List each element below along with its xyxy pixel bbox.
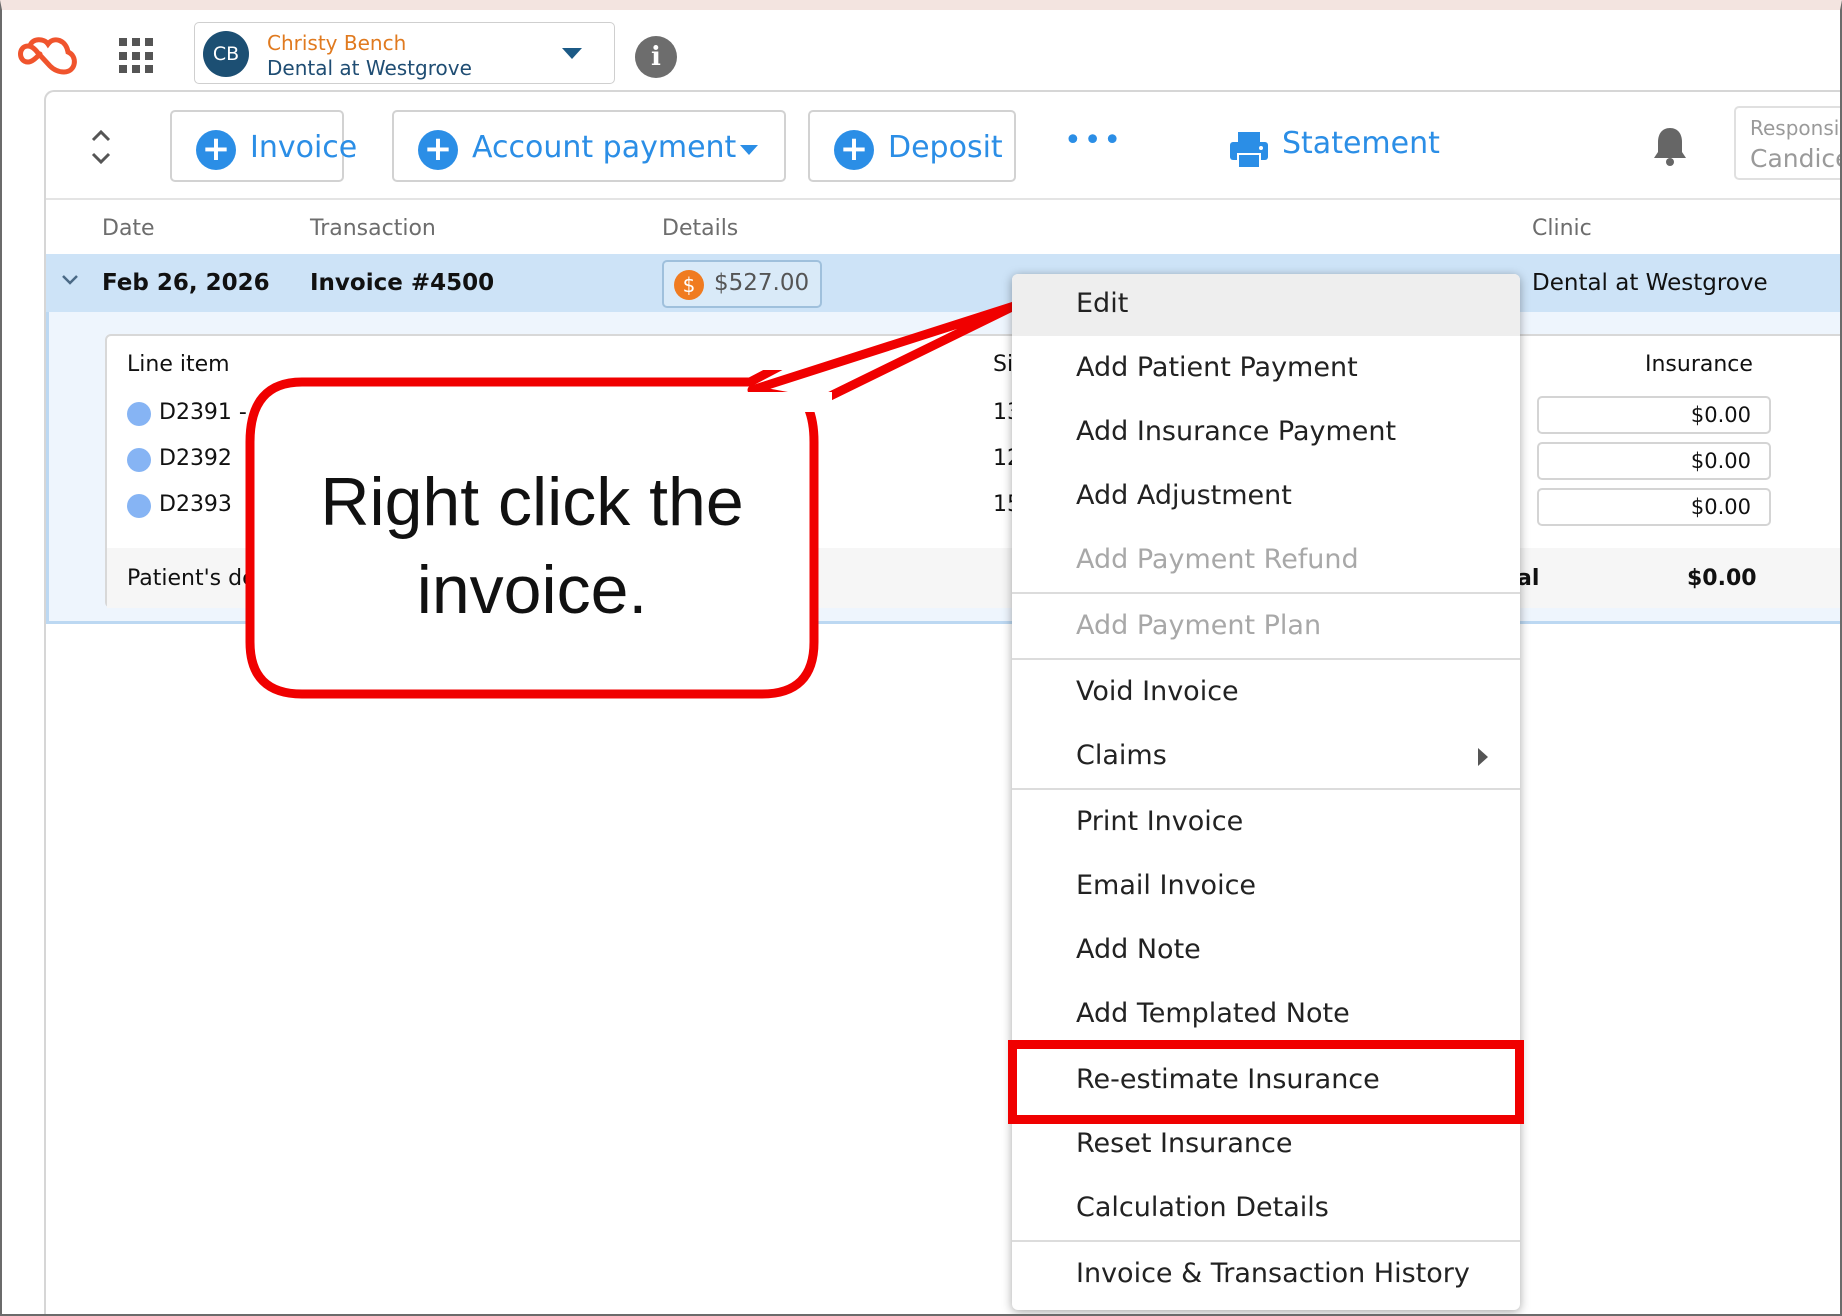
account-payment-button[interactable]: + Account payment: [392, 110, 786, 182]
chevron-down-icon: [562, 48, 582, 59]
printer-icon: [1230, 132, 1268, 169]
insurance-amount-input[interactable]: $0.00: [1537, 442, 1771, 480]
patient-clinic: Dental at Westgrove: [267, 56, 472, 80]
menu-item-add-adjustment[interactable]: Add Adjustment: [1012, 466, 1520, 528]
responsible-party-value: Candice: [1750, 144, 1842, 173]
line-item-code: D2392: [159, 446, 232, 471]
more-options-button[interactable]: •••: [1064, 126, 1123, 156]
line-item-code: D2393: [159, 492, 232, 517]
menu-item-edit[interactable]: Edit: [1012, 274, 1520, 336]
menu-separator: [1012, 1240, 1520, 1242]
row-transaction: Invoice #4500: [310, 270, 495, 296]
plus-icon: +: [834, 130, 874, 170]
menu-separator: [1012, 658, 1520, 660]
plus-icon: +: [418, 130, 458, 170]
patient-due-label: Patient's de: [127, 566, 256, 591]
avatar: CB: [203, 31, 249, 77]
context-menu: Edit Add Patient Payment Add Insurance P…: [1012, 274, 1520, 1310]
menu-item-invoice-transaction-history[interactable]: Invoice & Transaction History: [1012, 1244, 1520, 1306]
highlight-annotation: [1008, 1040, 1524, 1124]
menu-item-calculation-details[interactable]: Calculation Details: [1012, 1178, 1520, 1240]
menu-item-add-payment-refund: Add Payment Refund: [1076, 544, 1359, 575]
statement-label: Statement: [1282, 126, 1440, 161]
ledger-toolbar: + Invoice + Account payment + Deposit ••…: [46, 92, 1842, 200]
menu-item-claims[interactable]: Claims: [1012, 726, 1520, 788]
status-dot-icon: [127, 448, 151, 472]
insurance-amount-input[interactable]: $0.00: [1537, 488, 1771, 526]
status-dot-icon: [127, 494, 151, 518]
plus-icon: +: [196, 130, 236, 170]
top-bar: CB Christy Bench Dental at Westgrove i: [2, 10, 1840, 92]
expand-collapse-icon[interactable]: [88, 126, 114, 168]
column-header-transaction[interactable]: Transaction: [310, 216, 436, 241]
app-grid-icon[interactable]: [119, 38, 155, 74]
chevron-down-icon[interactable]: [60, 270, 80, 290]
instruction-callout: Right click the invoice.: [242, 301, 1019, 706]
line-item-code: D2391 -: [159, 400, 247, 425]
column-header-details[interactable]: Details: [662, 216, 738, 241]
column-header-date[interactable]: Date: [102, 216, 155, 241]
menu-item-email-invoice[interactable]: Email Invoice: [1012, 856, 1520, 918]
column-header-line-item: Line item: [127, 352, 230, 377]
patient-name: Christy Bench: [267, 31, 407, 55]
insurance-amount-input[interactable]: $0.00: [1537, 396, 1771, 434]
callout-line-2: invoice.: [416, 552, 648, 628]
account-payment-label: Account payment: [472, 130, 737, 165]
deposit-button[interactable]: + Deposit: [808, 110, 1016, 182]
amount-value: $527.00: [714, 270, 810, 296]
menu-item-add-payment-plan: Add Payment Plan: [1076, 610, 1322, 641]
row-clinic: Dental at Westgrove: [1532, 270, 1768, 296]
column-header-insurance: Insurance: [1645, 352, 1753, 377]
status-dot-icon: [127, 402, 151, 426]
menu-separator: [1012, 592, 1520, 594]
menu-item-add-templated-note[interactable]: Add Templated Note: [1012, 984, 1520, 1046]
chevron-right-icon: [1478, 748, 1488, 766]
app-logo-icon[interactable]: [16, 28, 82, 76]
menu-item-add-insurance-payment[interactable]: Add Insurance Payment: [1012, 402, 1520, 464]
row-date: Feb 26, 2026: [102, 270, 270, 296]
app-window: CB Christy Bench Dental at Westgrove i +…: [0, 0, 1842, 1316]
deposit-button-label: Deposit: [888, 130, 1003, 165]
callout-text: Right click the invoice.: [302, 458, 762, 634]
menu-item-void-invoice[interactable]: Void Invoice: [1012, 662, 1520, 724]
column-header-clinic[interactable]: Clinic: [1532, 216, 1592, 241]
total-value: $0.00: [1687, 566, 1757, 591]
info-icon[interactable]: i: [635, 36, 677, 78]
menu-item-add-patient-payment[interactable]: Add Patient Payment: [1012, 338, 1520, 400]
dollar-icon: $: [674, 270, 704, 300]
invoice-button[interactable]: + Invoice: [170, 110, 357, 182]
menu-item-add-note[interactable]: Add Note: [1012, 920, 1520, 982]
responsible-party-label: Responsi: [1750, 116, 1840, 140]
total-label: al: [1517, 566, 1540, 591]
menu-separator: [1012, 788, 1520, 790]
patient-selector[interactable]: CB Christy Bench Dental at Westgrove: [194, 22, 615, 84]
bell-icon[interactable]: [1650, 124, 1690, 168]
chevron-down-icon: [740, 145, 758, 155]
responsible-party-field[interactable]: Responsi Candice: [1734, 106, 1842, 180]
callout-line-1: Right click the: [320, 464, 744, 540]
invoice-button-label: Invoice: [250, 130, 358, 165]
menu-item-print-invoice[interactable]: Print Invoice: [1012, 792, 1520, 854]
